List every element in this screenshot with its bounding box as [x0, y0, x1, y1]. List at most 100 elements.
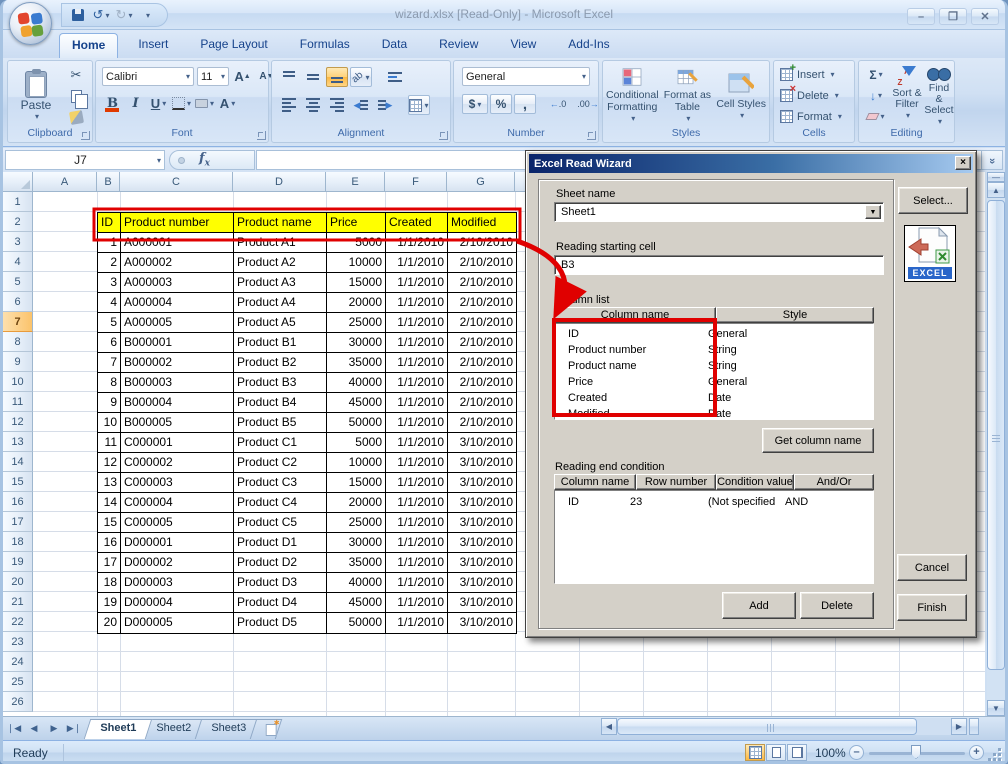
grid-cell[interactable]: Product B4 [234, 393, 327, 413]
end-condition-header[interactable]: Column name [554, 474, 636, 490]
grid-cell[interactable]: Product C2 [234, 453, 327, 473]
grid-cell[interactable]: 10 [98, 413, 121, 433]
zoom-slider-thumb[interactable] [911, 745, 921, 759]
grid-cell[interactable]: 1/1/2010 [386, 353, 448, 373]
grid-cell[interactable]: Product A4 [234, 293, 327, 313]
grid-cell[interactable]: 8 [98, 373, 121, 393]
sort-filter-button[interactable]: AZ Sort & Filter▾ [891, 65, 923, 122]
select-all-corner[interactable] [3, 172, 33, 192]
grid-cell[interactable]: 1/1/2010 [386, 333, 448, 353]
accounting-format-button[interactable]: $▾ [462, 94, 488, 114]
row-header-18[interactable]: 18 [3, 532, 33, 552]
autosum-button[interactable]: Σ▾ [863, 65, 889, 84]
grid-cell[interactable]: 3/10/2010 [448, 593, 516, 613]
grid-cell[interactable]: 18 [98, 573, 121, 593]
grid-cell[interactable]: 5 [98, 313, 121, 333]
tab-view[interactable]: View [498, 33, 548, 58]
grid-cell[interactable]: 3/10/2010 [448, 573, 516, 593]
grid-cell[interactable]: 2/10/2010 [448, 333, 516, 353]
start-cell-input[interactable]: B3 [554, 255, 884, 275]
row-header-6[interactable]: 6 [3, 292, 33, 312]
grid-cell[interactable]: 20000 [327, 293, 386, 313]
insert-function-button[interactable]: fx [169, 150, 255, 170]
underline-button[interactable]: U▾ [148, 93, 169, 114]
comma-format-button[interactable]: , [514, 94, 536, 114]
grid-cell[interactable]: 3/10/2010 [448, 473, 516, 493]
grid-cell[interactable]: 50000 [327, 413, 386, 433]
borders-button[interactable]: ▾ [171, 93, 192, 114]
grid-cell[interactable]: 3/10/2010 [448, 533, 516, 553]
align-middle-button[interactable] [302, 67, 324, 87]
row-header-12[interactable]: 12 [3, 412, 33, 432]
grid-cell[interactable]: 1/1/2010 [386, 513, 448, 533]
grid-cell[interactable]: 1/1/2010 [386, 373, 448, 393]
grid-cell[interactable]: 12 [98, 453, 121, 473]
grid-cell[interactable]: D000005 [121, 613, 234, 633]
align-right-button[interactable] [326, 95, 348, 115]
grid-cell[interactable]: 1/1/2010 [386, 413, 448, 433]
decrease-indent-button[interactable]: ◀ [350, 95, 372, 115]
vertical-scroll-thumb[interactable] [987, 200, 1005, 670]
wrap-text-button[interactable] [384, 67, 406, 87]
format-as-table-button[interactable]: Format as Table▾ [662, 65, 714, 126]
number-dialog-launcher-icon[interactable] [587, 131, 596, 140]
column-header-A[interactable]: A [33, 172, 97, 192]
grid-cell[interactable]: 45000 [327, 393, 386, 413]
number-format-combobox[interactable]: General▾ [462, 67, 590, 86]
grid-cell[interactable]: 20000 [327, 493, 386, 513]
grid-cell[interactable]: 13 [98, 473, 121, 493]
grid-cell[interactable]: 2/10/2010 [448, 413, 516, 433]
increase-indent-button[interactable]: ▶ [374, 95, 396, 115]
grid-cell[interactable]: 1/1/2010 [386, 553, 448, 573]
column-header-D[interactable]: D [233, 172, 326, 192]
format-cells-button[interactable]: Format▾ [779, 109, 843, 124]
row-header-4[interactable]: 4 [3, 252, 33, 272]
grid-cell[interactable]: 1/1/2010 [386, 593, 448, 613]
row-header-2[interactable]: 2 [3, 212, 33, 232]
tab-data[interactable]: Data [370, 33, 419, 58]
tab-add-ins[interactable]: Add-Ins [556, 33, 621, 58]
grid-cell[interactable]: Product C5 [234, 513, 327, 533]
select-button[interactable]: Select... [898, 187, 968, 214]
grid-cell[interactable]: 1/1/2010 [386, 453, 448, 473]
minimize-button[interactable]: – [907, 8, 935, 25]
grid-cell[interactable]: 2 [98, 253, 121, 273]
grid-cell[interactable]: 1/1/2010 [386, 493, 448, 513]
grid-cell[interactable]: 1/1/2010 [386, 253, 448, 273]
tab-home[interactable]: Home [59, 33, 118, 58]
page-break-view-button[interactable] [787, 744, 807, 761]
row-header-15[interactable]: 15 [3, 472, 33, 492]
grid-cell[interactable]: 1/1/2010 [386, 613, 448, 633]
row-header-26[interactable]: 26 [3, 692, 33, 712]
insert-cells-button[interactable]: Insert▾ [779, 67, 836, 82]
row-header-3[interactable]: 3 [3, 232, 33, 252]
grid-cell[interactable]: 3/10/2010 [448, 553, 516, 573]
grid-cell[interactable]: 3/10/2010 [448, 453, 516, 473]
row-header-1[interactable]: 1 [3, 192, 33, 212]
table-header-cell[interactable]: ID [98, 213, 121, 233]
grid-cell[interactable]: B000001 [121, 333, 234, 353]
font-dialog-launcher-icon[interactable] [257, 131, 266, 140]
grid-cell[interactable]: 3/10/2010 [448, 433, 516, 453]
grid-cell[interactable]: 2/10/2010 [448, 373, 516, 393]
split-box[interactable]: — [987, 172, 1005, 182]
grid-cell[interactable]: 1/1/2010 [386, 233, 448, 253]
row-header-23[interactable]: 23 [3, 632, 33, 652]
table-header-cell[interactable]: Modified [448, 213, 516, 233]
tab-page-layout[interactable]: Page Layout [188, 33, 279, 58]
grid-cell[interactable]: Product B1 [234, 333, 327, 353]
grid-cell[interactable]: A000001 [121, 233, 234, 253]
scroll-up-icon[interactable]: ▲ [987, 182, 1005, 198]
vertical-scrollbar[interactable]: — ▲ ▼ [987, 172, 1005, 716]
copy-button[interactable] [66, 87, 86, 105]
grid-cell[interactable]: Product C3 [234, 473, 327, 493]
grid-cell[interactable]: 7 [98, 353, 121, 373]
orientation-button[interactable]: ab▾ [350, 67, 372, 87]
grid-cell[interactable]: C000003 [121, 473, 234, 493]
grid-cell[interactable]: 10000 [327, 453, 386, 473]
row-header-5[interactable]: 5 [3, 272, 33, 292]
grid-cell[interactable]: 35000 [327, 553, 386, 573]
grid-cell[interactable]: 1/1/2010 [386, 393, 448, 413]
row-header-10[interactable]: 10 [3, 372, 33, 392]
fill-button[interactable]: ↓▾ [863, 86, 889, 105]
